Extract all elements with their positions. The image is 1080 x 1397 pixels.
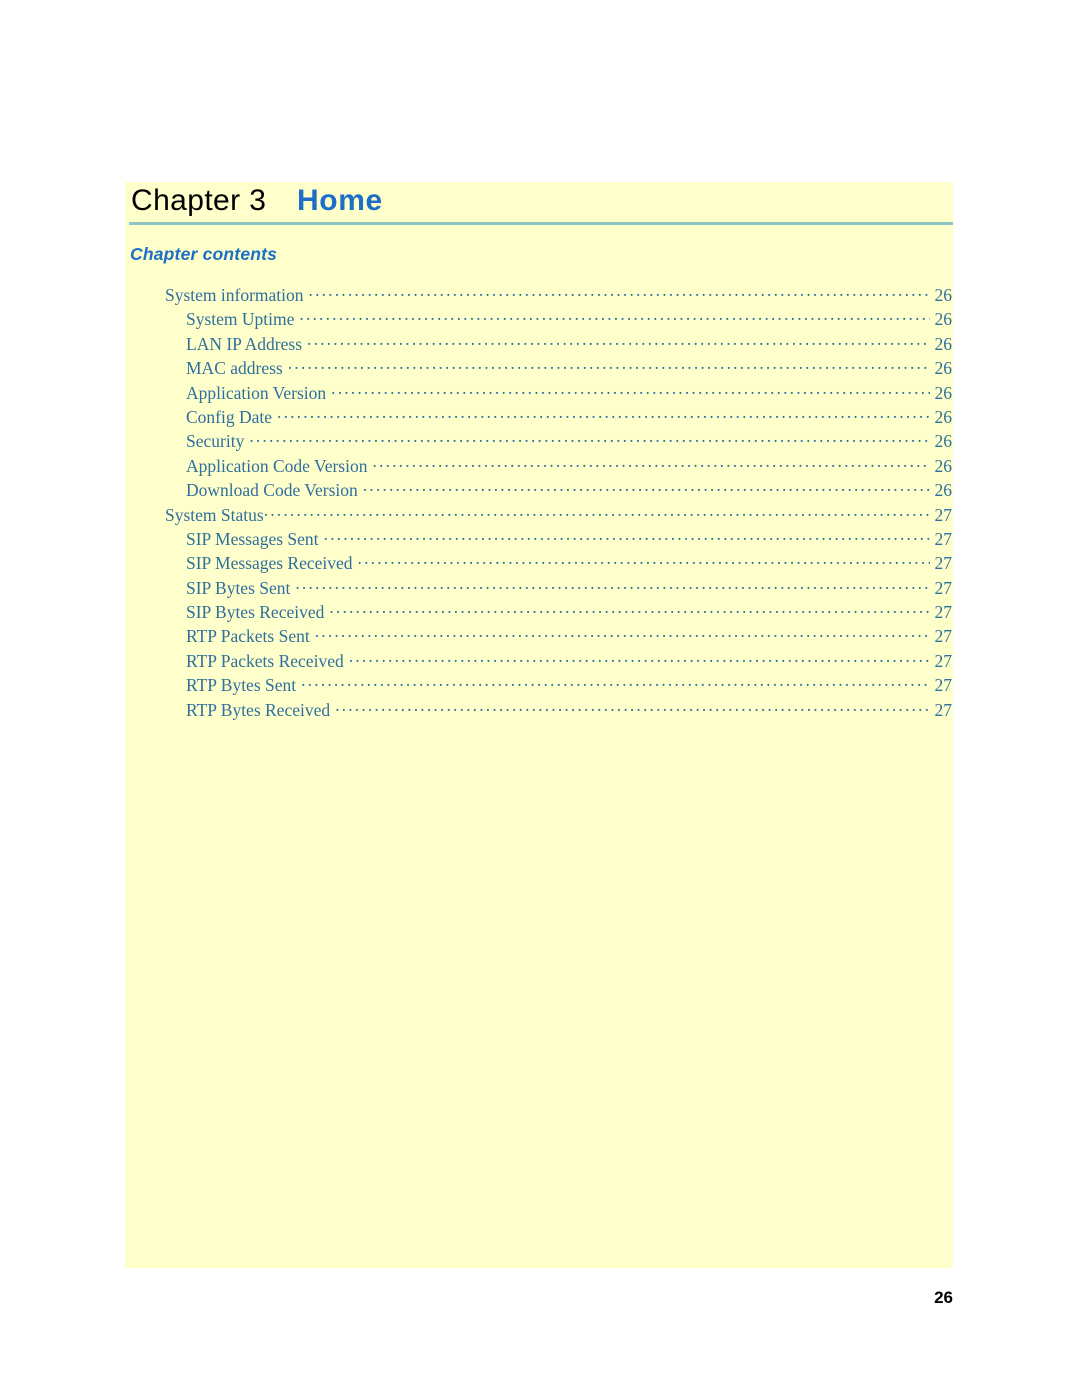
chapter-title: Home (297, 184, 383, 217)
toc-dot-leader (349, 650, 930, 667)
toc-entry-page-number: 26 (934, 382, 953, 403)
toc-dot-leader (363, 479, 930, 496)
toc-entry-label: RTP Packets Sent (186, 626, 310, 647)
toc-dot-leader (358, 552, 930, 569)
toc-entry[interactable]: RTP Packets Sent 27 (125, 625, 953, 649)
toc-entry-label: Download Code Version (186, 480, 358, 501)
toc-entry-label: System information (165, 285, 304, 305)
toc-entry[interactable]: System Uptime 26 (125, 308, 953, 332)
toc-entry[interactable]: System information 26 (125, 284, 953, 308)
toc-entry-label: System Uptime (186, 309, 295, 330)
toc-entry[interactable]: Download Code Version 26 (125, 479, 953, 503)
toc-entry[interactable]: Application Code Version 26 (125, 455, 953, 479)
toc-dot-leader (299, 308, 930, 325)
toc-entry[interactable]: Config Date 26 (125, 406, 953, 430)
chapter-heading-divider (129, 222, 953, 225)
toc-dot-leader (301, 674, 930, 691)
toc-entry-page-number: 27 (934, 650, 953, 671)
toc-dot-leader (315, 625, 930, 642)
toc-entry[interactable]: SIP Bytes Sent 27 (125, 577, 953, 601)
toc-dot-leader (307, 333, 930, 350)
toc-entry-page-number: 27 (934, 553, 953, 574)
toc-entry-label: MAC address (186, 358, 283, 379)
toc-dot-leader (309, 284, 930, 301)
toc-entry[interactable]: Security 26 (125, 430, 953, 454)
toc-entry-page-number: 27 (934, 577, 953, 598)
toc-entry[interactable]: RTP Bytes Sent 27 (125, 674, 953, 698)
toc-dot-leader (277, 406, 930, 423)
toc-entry[interactable]: System Status 27 (125, 504, 953, 528)
toc-entry-page-number: 27 (934, 504, 953, 525)
toc-entry-label: SIP Messages Sent (186, 528, 319, 549)
toc-dot-leader (324, 528, 930, 545)
toc-entry-label: RTP Packets Received (186, 650, 344, 671)
chapter-contents-heading: Chapter contents (130, 244, 278, 264)
toc-entry[interactable]: SIP Messages Received 27 (125, 552, 953, 576)
toc-entry-page-number: 27 (934, 699, 953, 720)
toc-entry-label: Application Code Version (186, 455, 368, 476)
toc-dot-leader (249, 430, 930, 447)
toc-entry-page-number: 26 (934, 333, 953, 354)
toc-entry-page-number: 26 (934, 455, 953, 476)
toc-entry-page-number: 26 (934, 431, 953, 452)
toc-entry-page-number: 27 (934, 675, 953, 696)
toc-entry-label: Application Version (186, 382, 327, 403)
toc-dot-leader (335, 699, 930, 716)
toc-entry[interactable]: LAN IP Address 26 (125, 333, 953, 357)
toc-entry-label: SIP Bytes Received (186, 602, 325, 623)
toc-entry-label: LAN IP Address (186, 333, 303, 354)
chapter-content-block: Chapter 3 Home Chapter contents System i… (125, 182, 953, 1268)
toc-entry[interactable]: MAC address 26 (125, 357, 953, 381)
toc-entry-page-number: 26 (934, 406, 953, 427)
document-page: Chapter 3 Home Chapter contents System i… (0, 0, 1080, 1397)
toc-entry-label: RTP Bytes Sent (186, 675, 297, 696)
toc-dot-leader (372, 455, 930, 472)
toc-entry-label: SIP Bytes Sent (186, 577, 291, 598)
toc-entry-label: Config Date (186, 406, 273, 427)
toc-entry-label: Security (186, 431, 245, 452)
toc-entry[interactable]: RTP Bytes Received 27 (125, 699, 953, 723)
toc-entry-page-number: 26 (934, 309, 953, 330)
toc-entry[interactable]: Application Version 26 (125, 382, 953, 406)
table-of-contents: System information26System Uptime26LAN I… (125, 284, 953, 723)
toc-entry-page-number: 27 (934, 602, 953, 623)
toc-entry-page-number: 27 (934, 528, 953, 549)
toc-dot-leader (295, 577, 930, 594)
toc-entry-page-number: 26 (934, 358, 953, 379)
chapter-heading: Chapter 3 Home (125, 182, 953, 222)
toc-entry-label: System Status (165, 504, 264, 525)
toc-entry[interactable]: SIP Messages Sent 27 (125, 528, 953, 552)
toc-entry[interactable]: SIP Bytes Received 27 (125, 601, 953, 625)
toc-dot-leader (264, 504, 930, 521)
toc-entry-page-number: 26 (934, 285, 953, 305)
toc-entry-page-number: 26 (934, 480, 953, 501)
toc-dot-leader (331, 382, 930, 399)
toc-dot-leader (329, 601, 930, 618)
footer-page-number: 26 (934, 1288, 953, 1307)
chapter-number-label: Chapter 3 (131, 184, 267, 217)
toc-entry[interactable]: RTP Packets Received 27 (125, 650, 953, 674)
toc-entry-page-number: 27 (934, 626, 953, 647)
toc-entry-label: RTP Bytes Received (186, 699, 331, 720)
toc-dot-leader (288, 357, 930, 374)
toc-entry-label: SIP Messages Received (186, 553, 353, 574)
